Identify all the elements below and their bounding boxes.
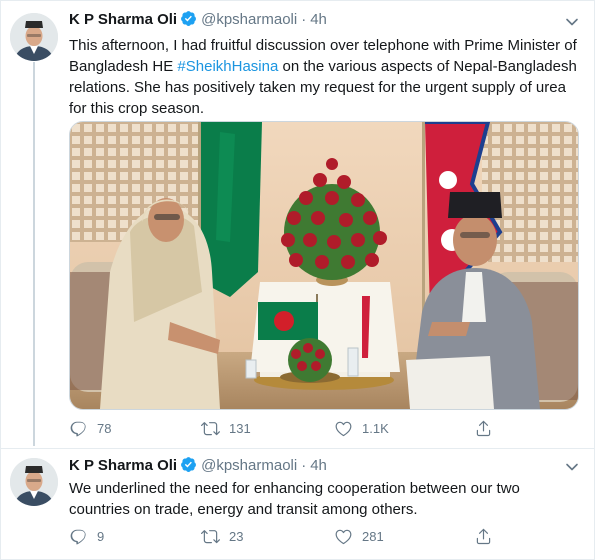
share-icon — [476, 420, 491, 436]
heart-icon — [335, 421, 352, 436]
tweet-text: This afternoon, I had fruitful discussio… — [69, 35, 581, 119]
verified-badge-icon — [180, 10, 197, 27]
avatar-portrait — [10, 458, 58, 506]
tweet-header: K P Sharma Oli @kpsharmaoli · 4h — [69, 10, 327, 30]
chevron-down-icon[interactable] — [565, 460, 579, 474]
like-button[interactable]: 1.1K — [334, 418, 389, 438]
author-handle[interactable]: @kpsharmaoli — [201, 11, 297, 28]
avatar[interactable] — [10, 13, 58, 61]
retweet-button[interactable]: 23 — [201, 526, 243, 546]
timestamp[interactable]: 4h — [310, 11, 327, 28]
heart-icon — [335, 529, 352, 544]
reply-count: 78 — [97, 420, 112, 436]
share-icon — [476, 528, 491, 544]
retweet-button[interactable]: 131 — [201, 418, 251, 438]
hashtag-link[interactable]: #SheikhHasina — [177, 58, 278, 75]
verified-badge-icon — [180, 456, 197, 473]
photo-meeting-image — [70, 122, 578, 409]
separator-dot: · — [301, 457, 307, 474]
like-count: 281 — [362, 528, 384, 544]
tweet-2[interactable]: K P Sharma Oli @kpsharmaoli · 4h We underli… — [0, 449, 595, 560]
thread-connector-line — [33, 62, 35, 446]
tweet-photo[interactable] — [69, 121, 579, 410]
share-button[interactable] — [474, 526, 502, 546]
reply-count: 9 — [97, 528, 105, 544]
avatar-portrait — [10, 13, 58, 61]
reply-icon — [70, 421, 86, 436]
timestamp[interactable]: 4h — [310, 457, 327, 474]
reply-button[interactable]: 78 — [69, 418, 111, 438]
share-button[interactable] — [474, 418, 502, 438]
tweet-actions: 9 23 281 — [69, 526, 499, 546]
reply-button[interactable]: 9 — [69, 526, 104, 546]
tweet-text: We underlined the need for enhancing coo… — [69, 480, 520, 518]
tweet-actions: 78 131 1.1K — [69, 418, 499, 438]
retweet-count: 23 — [229, 528, 244, 544]
retweet-icon — [201, 421, 220, 435]
tweet-1[interactable]: K P Sharma Oli @kpsharmaoli · 4h This after… — [0, 0, 595, 449]
author-handle[interactable]: @kpsharmaoli — [201, 457, 297, 474]
retweet-count: 131 — [229, 420, 251, 436]
tweet-header: K P Sharma Oli @kpsharmaoli · 4h — [69, 456, 327, 476]
like-count: 1.1K — [362, 420, 389, 436]
author-name[interactable]: K P Sharma Oli — [69, 457, 177, 474]
chevron-down-icon[interactable] — [565, 15, 579, 29]
retweet-icon — [201, 529, 220, 543]
separator-dot: · — [301, 11, 307, 28]
reply-icon — [70, 529, 86, 544]
author-name[interactable]: K P Sharma Oli — [69, 11, 177, 28]
like-button[interactable]: 281 — [334, 526, 384, 546]
avatar[interactable] — [10, 458, 58, 506]
